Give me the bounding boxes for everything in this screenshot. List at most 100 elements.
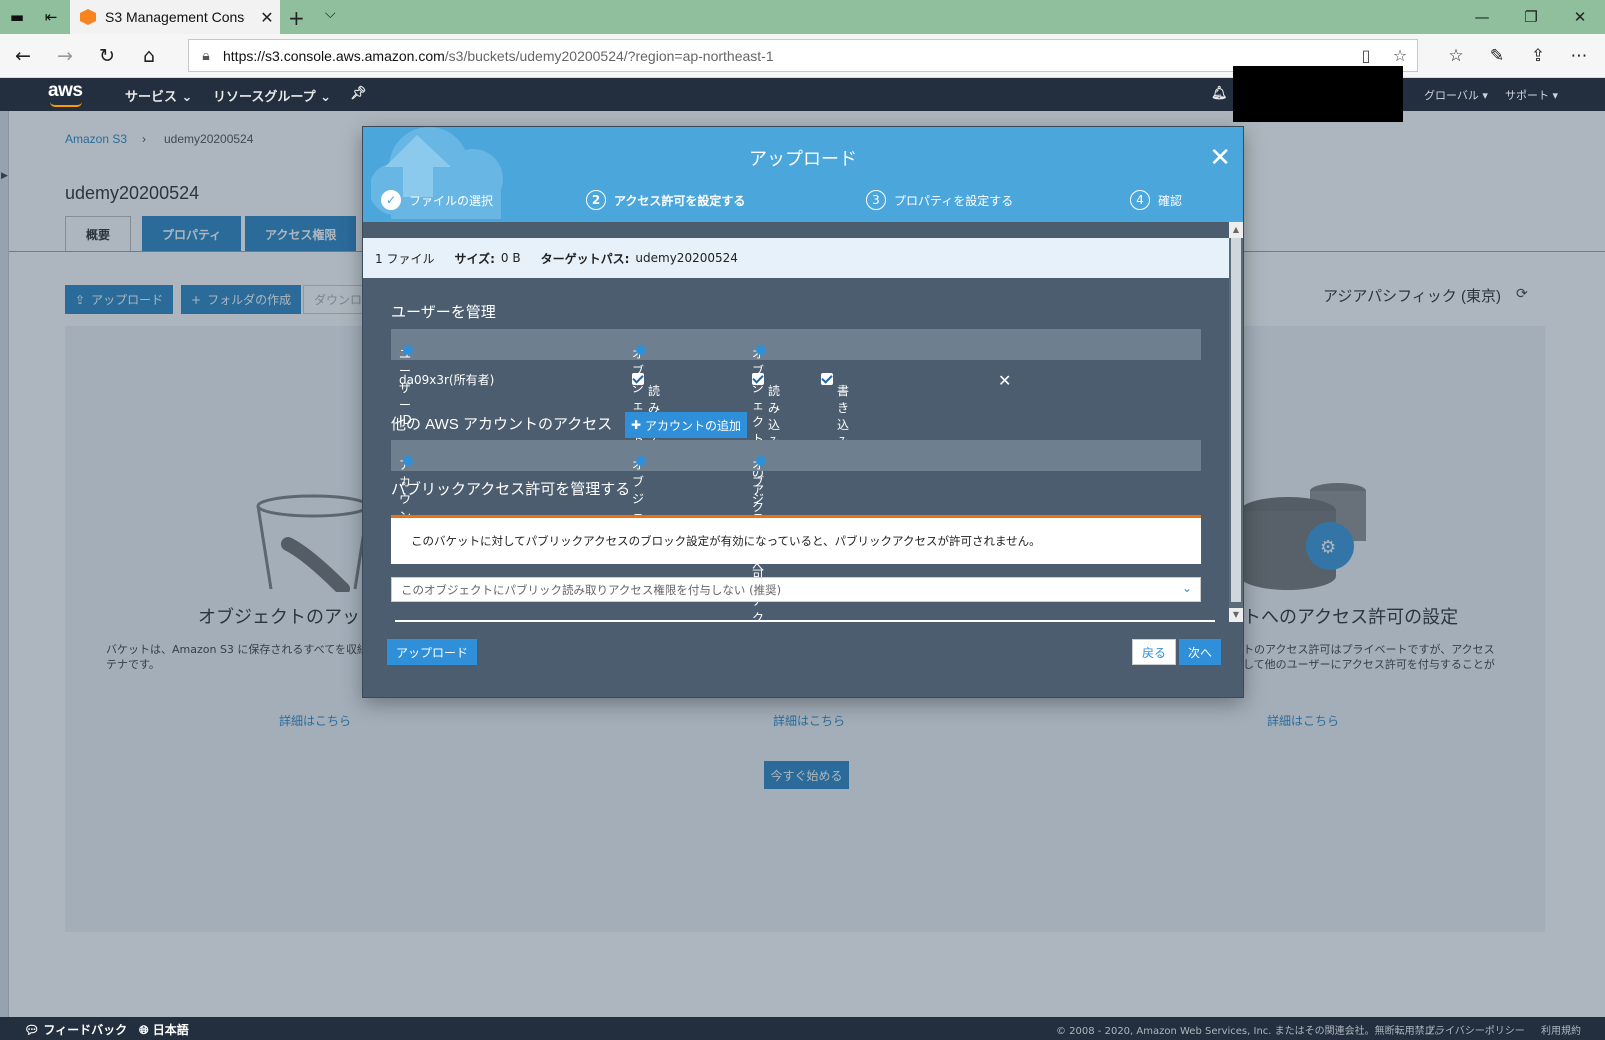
back-icon[interactable]: ←: [8, 42, 38, 70]
aws-logo-smile: [50, 102, 82, 107]
globe-icon: 🌐︎: [139, 1023, 149, 1037]
url-host: https://s3.console.aws.amazon.com: [223, 47, 445, 64]
restore-icon[interactable]: ❐: [1507, 0, 1555, 34]
pin-icon[interactable]: 📌︎: [350, 86, 367, 101]
table-row: da09x3r(所有者) 読み込み 読み込み 書き込み ✕: [391, 360, 1201, 449]
step-1: ✓ ファイルの選択: [381, 190, 493, 210]
browser-titlebar: ▬ ⇤ S3 Management Conso ✕ + ⌵ — ❐ ✕: [0, 0, 1605, 34]
refresh-icon[interactable]: ↻: [92, 42, 122, 70]
resource-groups-label: リソースグループ: [213, 90, 316, 105]
size-label: サイズ:: [454, 251, 495, 266]
manage-users-title: ユーザーを管理: [391, 304, 496, 321]
tabs-aside-icon[interactable]: ⇤: [34, 0, 68, 34]
url-path: /s3/buckets/udemy20200524/?region=ap-nor…: [444, 47, 774, 64]
step-1-label: ファイルの選択: [409, 193, 494, 208]
close-window-icon[interactable]: ✕: [1556, 0, 1604, 34]
add-account-label: アカウントの追加: [645, 418, 742, 433]
support-menu[interactable]: サポート ▾: [1505, 87, 1558, 103]
checkbox-checked-icon: [821, 372, 833, 385]
more-icon[interactable]: ⋯: [1563, 42, 1595, 70]
back-button[interactable]: 戻る: [1132, 639, 1177, 665]
language-selector[interactable]: 🌐︎ 日本語: [139, 1021, 189, 1038]
back-label: 戻る: [1142, 645, 1167, 660]
chevron-down-icon: ⌄: [1181, 581, 1192, 595]
tab-title: S3 Management Conso: [105, 9, 245, 25]
info-icon[interactable]: [756, 456, 766, 466]
info-icon[interactable]: [403, 345, 413, 355]
lock-icon: 🔒︎: [202, 47, 210, 64]
add-account-button[interactable]: ✚ アカウントの追加: [625, 412, 747, 438]
upload-summary-bar: 1 ファイル サイズ: 0 B ターゲットパス: udemy20200524: [363, 238, 1229, 278]
redacted-account-box: [1233, 66, 1403, 122]
acl-write-checkbox[interactable]: 書き込み: [821, 371, 849, 449]
step-4: 4 確認: [1130, 190, 1182, 210]
pen-icon[interactable]: ✎: [1481, 42, 1513, 70]
close-tab-icon[interactable]: ✕: [254, 8, 280, 27]
services-menu[interactable]: サービス ⌄: [125, 86, 192, 105]
info-icon[interactable]: [756, 345, 766, 355]
scroll-thumb[interactable]: [1231, 238, 1241, 602]
scroll-up-icon[interactable]: ▲: [1229, 222, 1243, 238]
favorite-star-icon[interactable]: ☆: [1383, 46, 1417, 65]
step-4-label: 確認: [1158, 193, 1183, 208]
s3-favicon-icon: [80, 9, 96, 25]
step-4-num: 4: [1130, 190, 1150, 210]
users-table-header: ユーザー ID オブジェクト オブジェクトへのアクセス許可: [391, 329, 1201, 582]
services-label: サービス: [125, 90, 178, 105]
tab-list-chevron-icon[interactable]: ⌵: [325, 6, 336, 22]
privacy-link[interactable]: プライバシーポリシー: [1425, 1022, 1525, 1037]
target-path-label: ターゲットパス:: [540, 251, 630, 266]
reading-view-icon[interactable]: ▯: [1349, 46, 1383, 65]
public-access-select-value: このオブジェクトにパブリック読み取りアクセス権限を付与しない (推奨): [401, 582, 782, 597]
minimize-icon[interactable]: —: [1458, 0, 1506, 34]
target-path-value: udemy20200524: [635, 251, 738, 265]
step-2-label: アクセス許可を設定する: [614, 193, 746, 208]
forward-icon[interactable]: →: [50, 42, 80, 70]
warning-text: このバケットに対してパブリックアクセスのブロック設定が有効になっていると、パブリ…: [411, 534, 1041, 548]
share-icon[interactable]: ⇪: [1522, 42, 1554, 70]
remove-user-icon[interactable]: ✕: [998, 371, 1011, 390]
global-label: グローバル: [1424, 89, 1479, 102]
step-3-label: プロパティを設定する: [894, 193, 1014, 208]
info-icon[interactable]: [636, 456, 646, 466]
chat-bubble-icon: 💬︎: [24, 1023, 40, 1037]
checkbox-checked-icon: [632, 372, 644, 385]
window-menu-icon[interactable]: ▬: [0, 0, 34, 34]
browser-tab-s3[interactable]: S3 Management Conso ✕: [70, 0, 280, 34]
language-label: 日本語: [152, 1023, 189, 1037]
modal-header: アップロード ✕ ✓ ファイルの選択 2 アクセス許可を設定する 3 プロパティ…: [363, 127, 1243, 222]
next-button[interactable]: 次へ: [1179, 639, 1222, 665]
step-3-num: 3: [866, 190, 886, 210]
info-icon[interactable]: [403, 456, 413, 466]
info-icon[interactable]: [636, 345, 646, 355]
next-label: 次へ: [1188, 645, 1213, 660]
public-access-warning: このバケットに対してパブリックアクセスのブロック設定が有効になっていると、パブリ…: [391, 515, 1201, 564]
favorites-icon[interactable]: ☆: [1440, 42, 1472, 70]
modal-upload-button[interactable]: アップロード: [387, 639, 478, 665]
feedback-link[interactable]: 💬︎ フィードバック: [24, 1021, 127, 1038]
step-3: 3 プロパティを設定する: [866, 190, 1013, 210]
aws-logo[interactable]: aws: [48, 80, 83, 102]
row-user-id: da09x3r(所有者): [399, 373, 495, 387]
modal-title: アップロード: [749, 149, 857, 169]
bell-icon[interactable]: 🔔︎: [1211, 86, 1228, 101]
new-tab-icon[interactable]: +: [288, 6, 305, 30]
url-text: https://s3.console.aws.amazon.com/s3/buc…: [223, 48, 1349, 64]
public-access-select[interactable]: このオブジェクトにパブリック読み取りアクセス権限を付与しない (推奨) ⌄: [391, 577, 1201, 602]
file-count: 1 ファイル: [375, 251, 435, 266]
resource-groups-menu[interactable]: リソースグループ ⌄: [213, 86, 331, 105]
accounts-table-header: アカウント オブジェクト オブジェクトへのアクセス許可: [391, 440, 1201, 622]
scroll-down-icon[interactable]: ▼: [1229, 608, 1243, 622]
object-read-checkbox[interactable]: 読み込み: [632, 371, 660, 449]
check-icon: ✓: [381, 190, 401, 210]
close-modal-icon[interactable]: ✕: [1209, 145, 1231, 171]
public-access-title: パブリックアクセス許可を管理する: [391, 481, 631, 498]
home-icon[interactable]: ⌂: [134, 42, 164, 70]
other-accounts-title: 他の AWS アカウントのアクセス: [391, 416, 613, 433]
acl-read-checkbox[interactable]: 読み込み: [752, 371, 780, 449]
step-2-num: 2: [586, 190, 606, 210]
terms-link[interactable]: 利用規約: [1541, 1022, 1581, 1037]
region-global-menu[interactable]: グローバル ▾: [1424, 87, 1488, 103]
modal-body[interactable]: 1 ファイル サイズ: 0 B ターゲットパス: udemy20200524 ユ…: [363, 222, 1243, 622]
upload-modal: アップロード ✕ ✓ ファイルの選択 2 アクセス許可を設定する 3 プロパティ…: [363, 127, 1243, 697]
